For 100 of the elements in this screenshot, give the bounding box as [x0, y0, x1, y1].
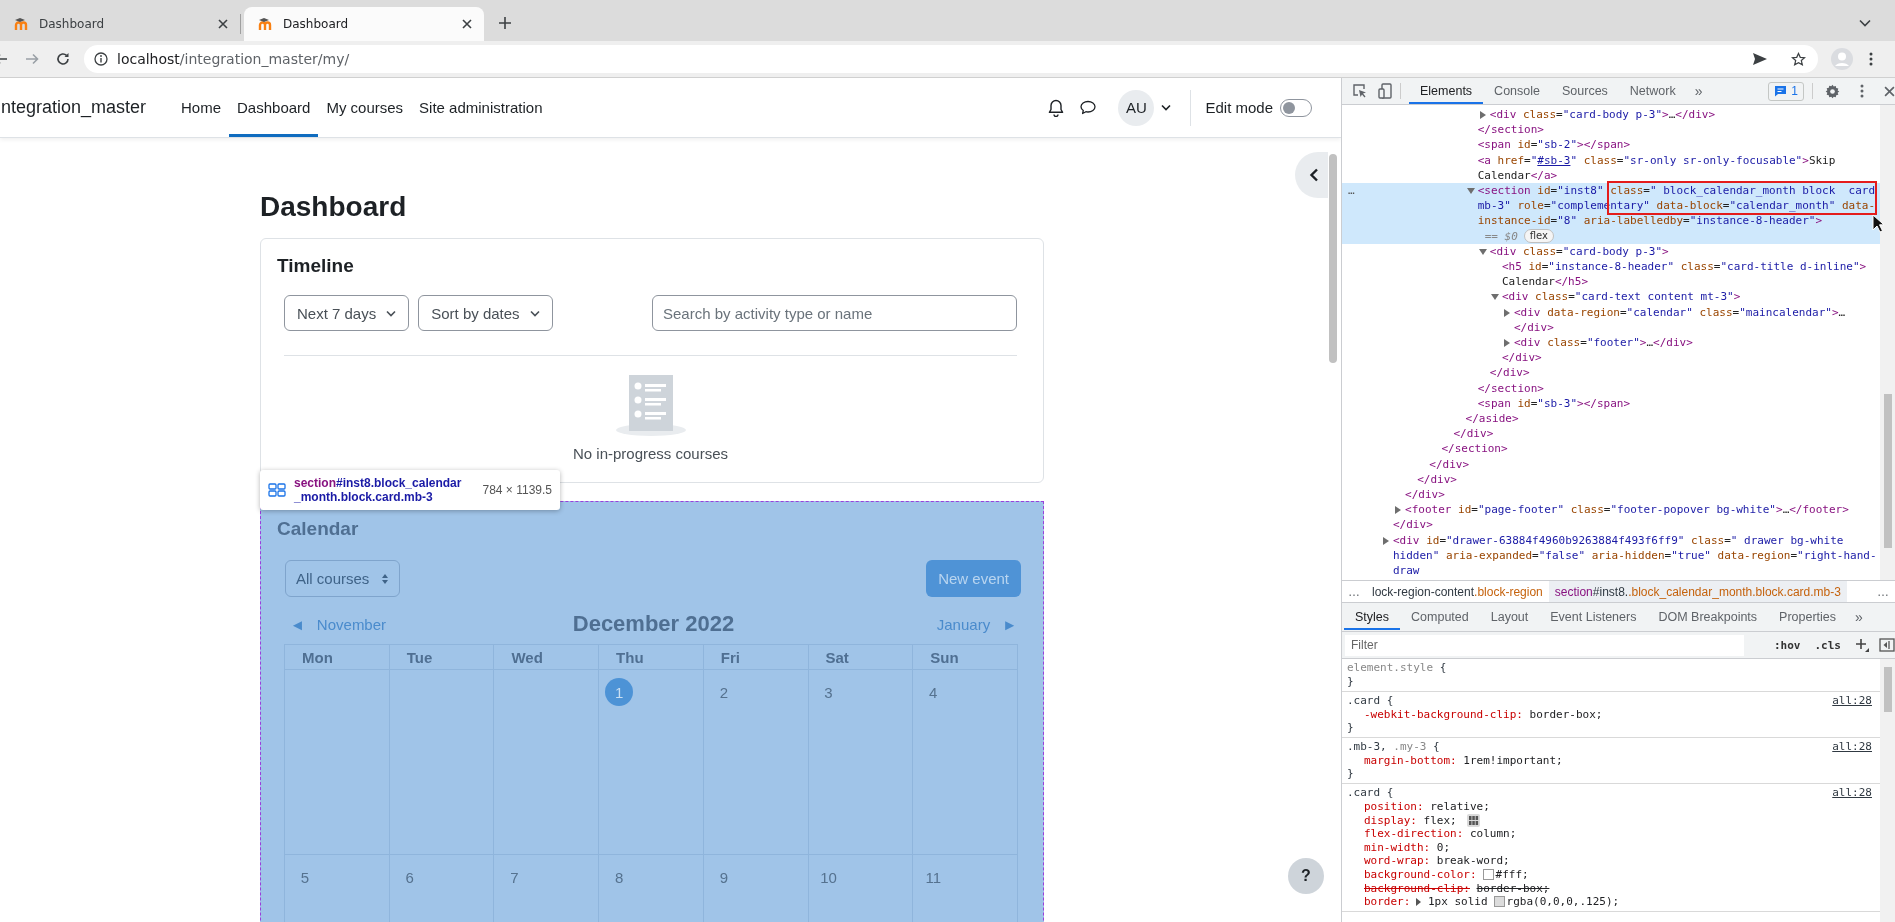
- close-icon[interactable]: [1884, 85, 1895, 97]
- dom-node-text[interactable]: Calendar</a>: [1477, 167, 1878, 183]
- user-menu-caret-icon[interactable]: [1161, 104, 1172, 111]
- css-property[interactable]: display:: [1364, 813, 1417, 828]
- dom-node-text[interactable]: <div class="card-text content mt-3">: [1501, 289, 1878, 305]
- expanded-arrow-icon[interactable]: [1466, 188, 1475, 194]
- info-icon[interactable]: [94, 52, 108, 66]
- breadcrumb-overflow-button[interactable]: …: [1342, 581, 1366, 602]
- reload-icon[interactable]: [56, 52, 70, 66]
- styles-pane-tab[interactable]: Properties: [1768, 604, 1848, 630]
- tab-close-icon[interactable]: [218, 19, 228, 29]
- tab-close-icon[interactable]: [462, 19, 472, 29]
- more-options-icon[interactable]: [1860, 84, 1864, 98]
- devtools-tab[interactable]: Network: [1618, 78, 1687, 104]
- edit-mode-switch[interactable]: [1280, 98, 1312, 117]
- css-value[interactable]: column;: [1469, 827, 1517, 841]
- nav-link[interactable]: My courses: [318, 78, 412, 137]
- source-link[interactable]: all:28: [1832, 738, 1872, 754]
- send-icon[interactable]: [1752, 52, 1768, 66]
- color-swatch[interactable]: [1482, 869, 1494, 881]
- issues-button[interactable]: 1: [1768, 81, 1804, 101]
- css-value[interactable]: 1px solid: [1427, 895, 1488, 909]
- browser-tab[interactable]: Dashboard: [244, 7, 484, 41]
- help-button[interactable]: ?: [1288, 858, 1324, 894]
- source-link[interactable]: all:28: [1832, 692, 1872, 708]
- collapsed-arrow-icon[interactable]: [1479, 111, 1486, 119]
- search-field[interactable]: Search by activity type or name: [652, 295, 1017, 331]
- filter-dropdown[interactable]: Sort by dates: [418, 295, 553, 331]
- css-property[interactable]: margin-bottom:: [1364, 753, 1457, 768]
- nav-link[interactable]: Dashboard: [229, 78, 319, 137]
- css-property[interactable]: background-color:: [1364, 867, 1477, 882]
- css-value[interactable]: 0;: [1436, 840, 1451, 855]
- class-toggle[interactable]: .cls: [1814, 638, 1841, 652]
- tab-list-chevron-icon[interactable]: [1859, 19, 1871, 27]
- css-value[interactable]: #fff;: [1495, 867, 1529, 882]
- css-value[interactable]: flex;: [1423, 813, 1457, 828]
- collapsed-arrow-icon[interactable]: [1395, 506, 1402, 515]
- css-property[interactable]: background-clip:: [1364, 881, 1470, 896]
- css-property[interactable]: min-width:: [1364, 840, 1431, 855]
- css-value[interactable]: border-box;: [1476, 881, 1550, 896]
- devtools-tab[interactable]: Console: [1483, 78, 1551, 104]
- css-property[interactable]: -webkit-background-clip:: [1364, 707, 1523, 722]
- flexbox-editor-icon[interactable]: [1466, 813, 1480, 827]
- flex-badge[interactable]: flex: [1523, 229, 1554, 244]
- color-swatch[interactable]: [1493, 896, 1505, 908]
- styles-pane-tab[interactable]: Layout: [1479, 604, 1540, 630]
- course-filter-dropdown[interactable]: All courses: [285, 560, 401, 597]
- collapsed-arrow-icon[interactable]: [1383, 536, 1389, 545]
- css-value[interactable]: border-box;: [1529, 707, 1603, 722]
- dom-node-text[interactable]: <a href="#sb-3" class="sr-only sr-only-focusable">Skip: [1477, 152, 1878, 168]
- css-value[interactable]: break-word;: [1436, 854, 1510, 868]
- css-value[interactable]: rgba(0,0,0,.125);: [1506, 895, 1620, 909]
- more-tabs-button[interactable]: »: [1847, 609, 1871, 625]
- user-avatar[interactable]: AU: [1118, 89, 1155, 126]
- expanded-arrow-icon[interactable]: [1478, 248, 1487, 255]
- nav-link[interactable]: Home: [173, 78, 229, 137]
- dom-node-text[interactable]: <div class="card-body p-3">…</div>: [1489, 107, 1878, 123]
- site-name[interactable]: integration_master: [0, 97, 173, 118]
- dom-node-text[interactable]: <div id="drawer-63884f4960b9263884f493f6ff9" class=" drawer bg-white hidden" aria-expanded="false" aria-hidden="true" data-region="right-hand-draw: [1393, 532, 1878, 579]
- settings-icon[interactable]: [1825, 83, 1840, 99]
- filter-field[interactable]: Filter: [1345, 634, 1744, 656]
- css-value[interactable]: 1rem!important;: [1463, 753, 1563, 768]
- dom-node-text[interactable]: <span id="sb-2"></span>: [1477, 137, 1878, 153]
- browser-tab[interactable]: Dashboard: [0, 7, 240, 41]
- css-selector[interactable]: .mb-3, .my-3 {: [1347, 738, 1440, 754]
- css-selector[interactable]: element.style {: [1347, 660, 1447, 675]
- dom-node-text[interactable]: <h5 id="instance-8-header" class="card-title d-inline">: [1501, 259, 1878, 275]
- css-property[interactable]: flex-direction:: [1364, 827, 1464, 841]
- css-selector[interactable]: .card {: [1347, 784, 1394, 800]
- inspect-element-icon[interactable]: [1352, 83, 1368, 99]
- dom-node-text[interactable]: </div>: [1514, 319, 1878, 336]
- css-property[interactable]: word-wrap:: [1364, 854, 1431, 868]
- drawer-toggle-button[interactable]: [1295, 152, 1328, 198]
- address-field[interactable]: localhost/integration_master/my/: [84, 45, 1818, 73]
- styles-pane-tab[interactable]: Styles: [1344, 604, 1401, 630]
- collapsed-arrow-icon[interactable]: [1504, 308, 1510, 317]
- hover-state-toggle[interactable]: :hov: [1774, 638, 1801, 652]
- dom-node-text[interactable]: <footer id="page-footer" class="footer-popover bg-white">…</footer>: [1405, 502, 1878, 518]
- styles-pane-tab[interactable]: DOM Breakpoints: [1647, 604, 1769, 630]
- device-toolbar-icon[interactable]: [1378, 83, 1392, 99]
- breadcrumb-item[interactable]: lock-region-content.block-region: [1366, 581, 1549, 602]
- dom-node-text[interactable]: <div class="card-body p-3">: [1489, 243, 1878, 260]
- css-property[interactable]: position:: [1364, 799, 1424, 814]
- dom-node-text[interactable]: <div data-region="calendar" class="maincalendar">…: [1514, 304, 1878, 320]
- css-selector[interactable]: .card {: [1347, 692, 1394, 708]
- css-property[interactable]: border:: [1364, 895, 1411, 909]
- devtools-tab[interactable]: Sources: [1551, 78, 1619, 104]
- collapsed-arrow-icon[interactable]: [1504, 339, 1510, 348]
- dom-node-text[interactable]: Calendar</h5>: [1501, 274, 1878, 290]
- devtools-tab[interactable]: Elements: [1409, 78, 1484, 104]
- menu-icon[interactable]: [1869, 52, 1873, 66]
- css-value[interactable]: relative;: [1430, 799, 1490, 814]
- nav-link[interactable]: Site administration: [411, 78, 551, 137]
- expand-arrow-icon[interactable]: [1416, 897, 1422, 906]
- notification-bell-icon[interactable]: [1048, 98, 1065, 117]
- more-tabs-button[interactable]: »: [1686, 83, 1711, 99]
- new-style-rule-icon[interactable]: [1855, 638, 1869, 652]
- styles-pane-tab[interactable]: Computed: [1400, 604, 1480, 630]
- dom-node-text[interactable]: <div class="footer">…</div>: [1514, 335, 1878, 351]
- expanded-arrow-icon[interactable]: [1490, 294, 1499, 301]
